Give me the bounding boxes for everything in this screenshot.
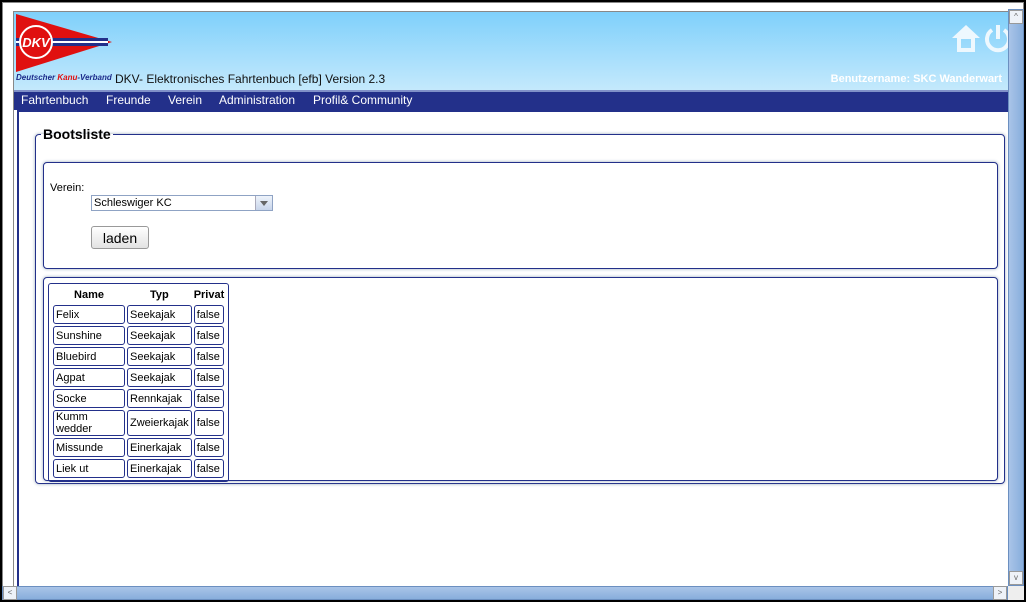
table-row: Kumm wedder Zweierkajak false [53,410,225,436]
boat-name-cell: Kumm wedder [53,410,125,436]
column-header-privat: Privat [193,289,225,301]
boat-name-cell: Liek ut [53,459,125,478]
scroll-up-button[interactable]: ^ [1009,10,1023,24]
main-content: Bootsliste Verein: Schleswiger KC laden … [17,110,1011,587]
boat-type-cell: Einerkajak [127,438,192,457]
boat-type-cell: Seekajak [127,326,192,345]
boat-name-cell: Missunde [53,438,125,457]
scroll-left-button[interactable]: < [3,586,17,600]
home-icon[interactable] [950,22,982,54]
boat-private-cell: false [193,368,225,387]
table-row: Agpat Seekajak false [53,368,225,387]
boat-name-cell: Felix [53,305,125,324]
boat-name-cell: Sunshine [53,326,125,345]
header: DKV Deutscher Kanu-Verband DKV- Elektron… [14,12,1011,90]
filter-panel: Verein: Schleswiger KC laden [43,162,998,269]
browser-window: DKV Deutscher Kanu-Verband DKV- Elektron… [2,2,1024,600]
table-row: Bluebird Seekajak false [53,347,225,366]
app-title: DKV- Elektronisches Fahrtenbuch [efb] Ve… [115,72,386,86]
table-row: Sunshine Seekajak false [53,326,225,345]
verein-select-value: Schleswiger KC [94,197,172,209]
username-label: Benutzername: SKC Wanderwart [830,73,1002,85]
chevron-down-icon[interactable] [255,196,272,210]
power-icon[interactable] [982,22,1011,54]
boat-private-cell: false [193,459,225,478]
nav-profil-community[interactable]: Profil& Community [313,93,412,107]
main-nav: Fahrtenbuch Freunde Verein Administratio… [14,90,1011,110]
boat-table-wrapper: Name Typ Privat Felix Seekajak false Sunshi… [48,283,230,482]
logo-text: Deutscher Kanu-Verband [16,73,112,82]
logo-text-part: Deutscher [16,73,58,82]
boat-type-cell: Rennkajak [127,389,192,408]
horizontal-scrollbar[interactable]: < > [2,586,1008,600]
laden-button[interactable]: laden [91,226,149,249]
nav-verein[interactable]: Verein [168,93,202,107]
table-row: Felix Seekajak false [53,305,225,324]
boat-private-cell: false [193,326,225,345]
dkv-logo: DKV [16,14,112,72]
boat-name-cell: Bluebird [53,347,125,366]
column-header-name: Name [74,289,104,301]
scrollbar-corner [1008,586,1024,600]
boat-private-cell: false [193,305,225,324]
nav-fahrtenbuch[interactable]: Fahrtenbuch [21,93,88,107]
vertical-scrollbar[interactable]: ^ v [1008,9,1024,586]
boat-name-cell: Agpat [53,368,125,387]
column-header-typ: Typ [149,289,169,301]
table-row: Socke Rennkajak false [53,389,225,408]
svg-text:DKV: DKV [22,35,51,50]
boat-private-cell: false [193,347,225,366]
boat-type-cell: Zweierkajak [127,410,192,436]
boat-type-cell: Seekajak [127,305,192,324]
nav-freunde[interactable]: Freunde [106,93,151,107]
logo-text-part: -Verband [77,73,112,82]
scroll-down-button[interactable]: v [1009,571,1023,585]
table-row: Liek ut Einerkajak false [53,459,225,478]
table-row: Missunde Einerkajak false [53,438,225,457]
logo-text-part: Kanu [57,73,78,82]
boat-type-cell: Einerkajak [127,459,192,478]
nav-administration[interactable]: Administration [219,93,295,107]
boat-list-panel: Name Typ Privat Felix Seekajak false Sunshi… [43,277,998,482]
boat-type-cell: Seekajak [127,347,192,366]
boat-type-cell: Seekajak [127,368,192,387]
verein-select[interactable]: Schleswiger KC [91,195,273,211]
page: DKV Deutscher Kanu-Verband DKV- Elektron… [13,11,1011,587]
boat-name-cell: Socke [53,389,125,408]
bootsliste-fieldset: Bootsliste Verein: Schleswiger KC laden … [35,126,1005,484]
boat-private-cell: false [193,438,225,457]
boat-private-cell: false [193,389,225,408]
verein-label: Verein: [50,182,85,194]
boat-private-cell: false [193,410,225,436]
boat-table: Name Typ Privat Felix Seekajak false Sunshi… [51,285,226,480]
scroll-right-button[interactable]: > [993,586,1007,600]
bootsliste-title: Bootsliste [43,126,111,142]
